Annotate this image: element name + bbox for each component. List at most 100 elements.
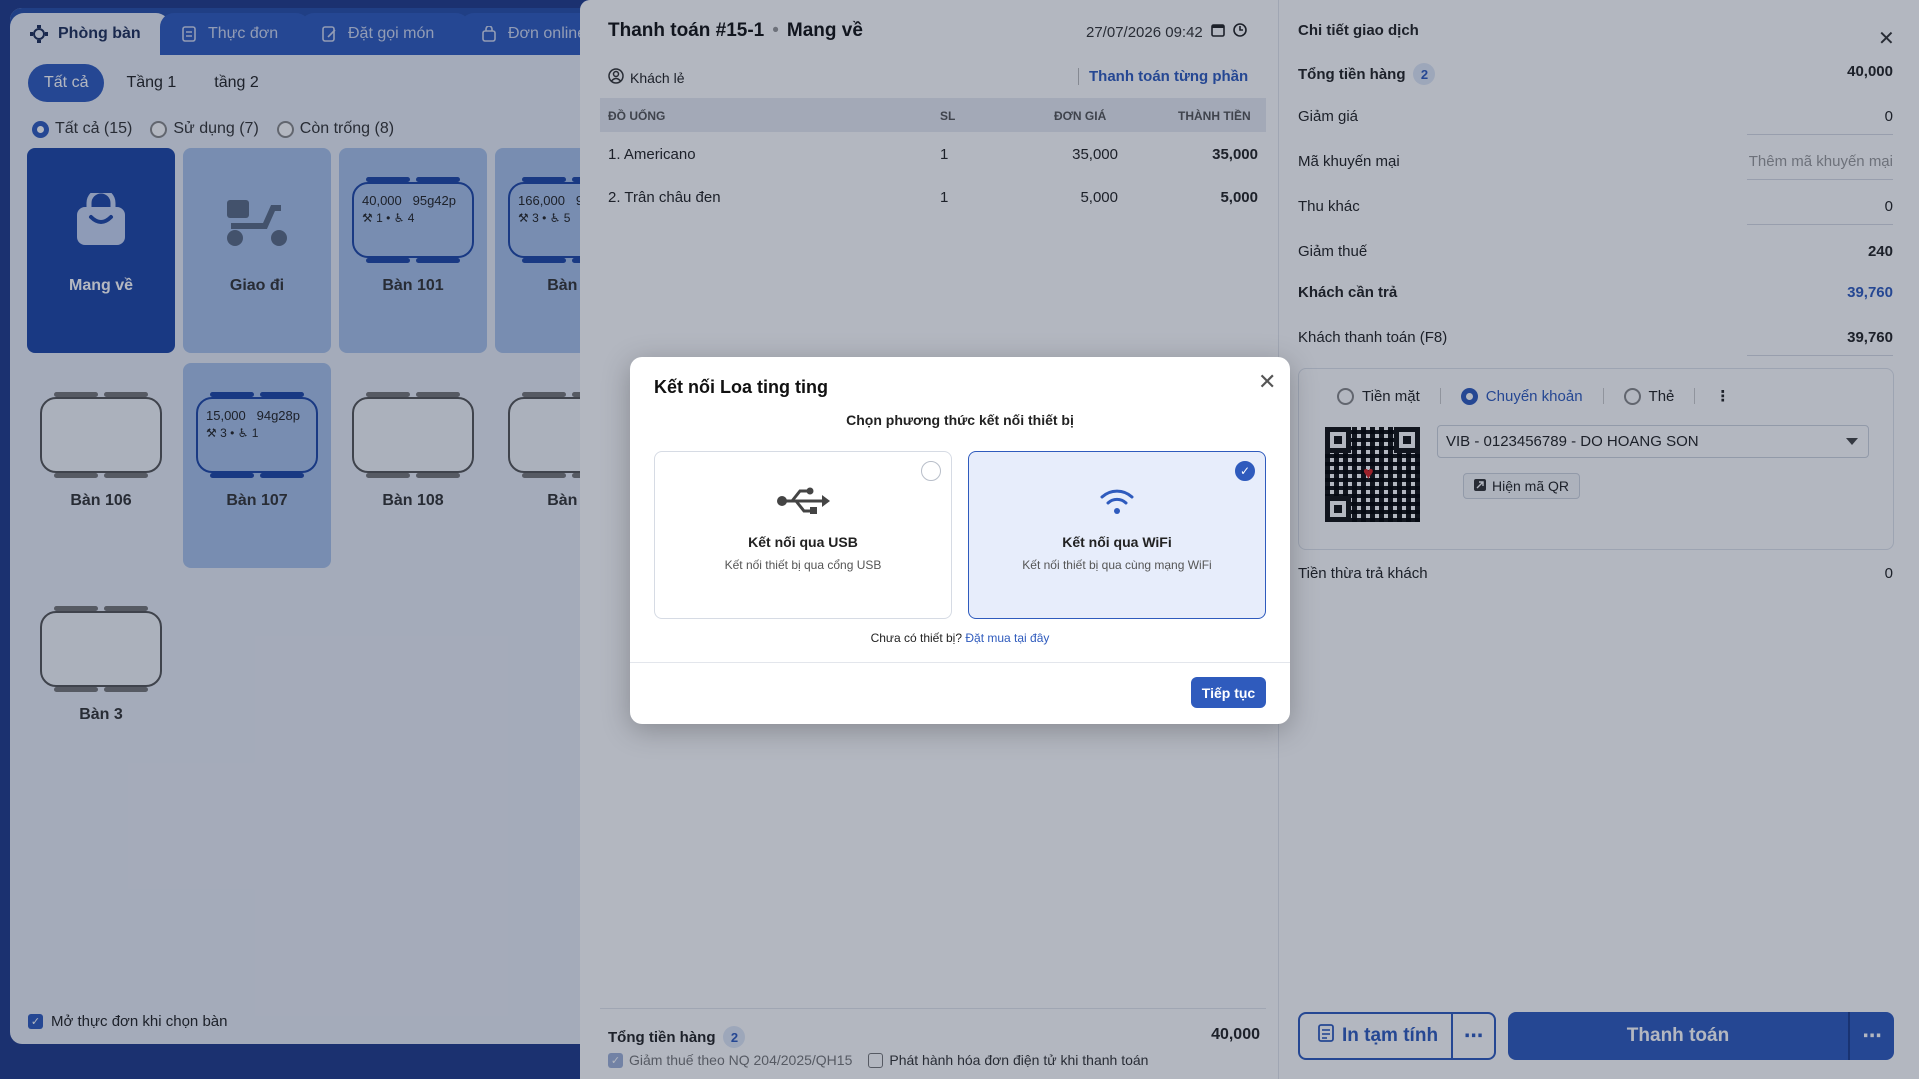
method-label: Chuyển khoản — [1485, 387, 1583, 405]
option-label: Phát hành hóa đơn điện tử khi thanh toán — [889, 1052, 1149, 1068]
show-qr-button[interactable]: Hiện mã QR — [1463, 473, 1581, 499]
detail-customer-paid[interactable]: Khách thanh toán (F8) 39,760 — [1298, 329, 1893, 356]
items-table-header: ĐỒ UỐNG SL ĐƠN GIÁ THÀNH TIỀN — [600, 98, 1266, 132]
close-icon[interactable]: ✕ — [1258, 371, 1276, 393]
discount-input[interactable]: 0 — [1885, 108, 1893, 125]
print-bill-label: In tạm tính — [1342, 1025, 1439, 1046]
option-usb[interactable]: Kết nối qua USB Kết nối thiết bị qua cổn… — [654, 451, 952, 619]
item-qty: 1 — [940, 189, 949, 206]
print-bill-group: In tạm tính ⋯ — [1298, 1012, 1496, 1060]
detail-promo[interactable]: Mã khuyến mại Thêm mã khuyến mại — [1298, 153, 1893, 180]
order-datetime[interactable]: 27/07/2026 09:42 — [1086, 23, 1247, 41]
more-icon[interactable]: ⋯ — [1850, 1025, 1894, 1048]
calendar-icon — [1210, 23, 1225, 41]
method-label: Thẻ — [1648, 387, 1675, 405]
option-title: Kết nối qua WiFi — [1062, 534, 1172, 550]
datetime-text: 27/07/2026 09:42 — [1086, 23, 1203, 41]
customer-selector[interactable]: Khách lẻ — [608, 68, 684, 87]
order-mode: Mang về — [786, 20, 863, 41]
checkbox-checked-icon: ✓ — [608, 1052, 623, 1068]
detail-label: Tiền thừa trả khách — [1298, 565, 1428, 582]
pay-group: Thanh toán ⋯ — [1508, 1012, 1894, 1060]
item-total: 35,000 — [1212, 146, 1258, 163]
detail-other-fee[interactable]: Thu khác 0 — [1298, 198, 1893, 225]
count-badge: 2 — [1413, 63, 1436, 85]
payment-method-tabs: Tiền mặt Chuyển khoản Thẻ ⋮ — [1317, 387, 1750, 405]
method-card[interactable]: Thẻ — [1604, 387, 1695, 405]
detail-label: Tổng tiền hàng — [1298, 65, 1406, 83]
detail-value: 39,760 — [1847, 284, 1893, 301]
option-wifi[interactable]: ✓ Kết nối qua WiFi Kết nối thiết bị qua … — [968, 451, 1266, 619]
option-desc: Kết nối thiết bị qua cùng mạng WiFi — [1022, 558, 1212, 572]
buy-device-link[interactable]: Đặt mua tại đây — [965, 631, 1049, 645]
item-qty: 1 — [940, 146, 949, 163]
item-name: 2. Trân châu đen — [608, 189, 721, 206]
item-count-badge: 2 — [723, 1026, 746, 1048]
close-icon[interactable]: ✕ — [1878, 26, 1895, 51]
order-number: Thanh toán #15-1 — [608, 20, 765, 41]
bank-account-select[interactable]: VIB - 0123456789 - DO HOANG SON — [1437, 425, 1869, 458]
bottom-actions: In tạm tính ⋯ Thanh toán ⋯ — [1298, 1012, 1894, 1062]
clock-icon — [1232, 23, 1247, 41]
option-label: Giảm thuế theo NQ 204/2025/QH15 — [629, 1052, 853, 1068]
e-invoice-toggle[interactable]: Phát hành hóa đơn điện tử khi thanh toán — [868, 1052, 1148, 1068]
item-name: 1. Americano — [608, 146, 696, 163]
col-total: THÀNH TIỀN — [1178, 109, 1251, 123]
bank-account-value: VIB - 0123456789 - DO HOANG SON — [1446, 433, 1699, 450]
print-bill-button[interactable]: In tạm tính — [1300, 1014, 1453, 1058]
pay-button[interactable]: Thanh toán — [1508, 1012, 1850, 1060]
total-label: Tổng tiền hàng — [608, 1028, 716, 1046]
dialog-title: Kết nối Loa ting ting — [654, 377, 828, 397]
detail-label: Giảm thuế — [1298, 243, 1368, 260]
method-cash[interactable]: Tiền mặt — [1317, 387, 1440, 405]
item-price: 35,000 — [1072, 146, 1118, 163]
other-fee-input[interactable]: 0 — [1885, 198, 1893, 215]
checkbox-icon — [868, 1052, 884, 1068]
item-price: 5,000 — [1080, 189, 1118, 206]
connect-speaker-dialog: Kết nối Loa ting ting ✕ Chọn phương thức… — [630, 357, 1290, 724]
method-transfer[interactable]: Chuyển khoản — [1441, 387, 1603, 405]
detail-discount[interactable]: Giảm giá 0 — [1298, 108, 1893, 135]
detail-value: 40,000 — [1847, 63, 1893, 80]
radio-icon — [1337, 387, 1354, 405]
detail-subtotal: Tổng tiền hàng 2 40,000 — [1298, 63, 1893, 87]
detail-value: 240 — [1867, 243, 1893, 260]
more-icon[interactable]: ⋯ — [1453, 1025, 1494, 1048]
continue-button[interactable]: Tiếp tục — [1191, 677, 1266, 708]
details-title: Chi tiết giao dịch — [1298, 22, 1419, 39]
document-icon — [1318, 1024, 1334, 1048]
dialog-divider — [630, 662, 1290, 663]
detail-label: Mã khuyến mại — [1298, 153, 1400, 170]
detail-label: Khách thanh toán (F8) — [1298, 329, 1448, 346]
order-title: Thanh toán #15-1 • Mang về — [608, 20, 863, 41]
detail-label: Thu khác — [1298, 198, 1360, 215]
expand-icon — [1474, 478, 1486, 494]
more-methods-icon[interactable]: ⋮ — [1695, 387, 1750, 405]
radio-icon — [921, 461, 941, 481]
no-device-text: Chưa có thiết bị? — [870, 631, 963, 645]
chevron-down-icon — [1846, 438, 1858, 445]
order-footer: Tổng tiền hàng 2 40,000 ✓ Giảm thuế theo … — [600, 1008, 1266, 1078]
qr-code-icon: ♥ — [1325, 427, 1420, 522]
option-desc: Kết nối thiết bị qua cổng USB — [724, 558, 882, 572]
col-name: ĐỒ UỐNG — [608, 109, 666, 123]
partial-payment-link[interactable]: Thanh toán từng phần — [1078, 68, 1248, 85]
customer-name: Khách lẻ — [630, 69, 685, 86]
order-options: ✓ Giảm thuế theo NQ 204/2025/QH15 Phát hà… — [608, 1052, 1148, 1068]
radio-icon — [1460, 387, 1478, 405]
no-device-note: Chưa có thiết bị? Đặt mua tại đây — [630, 631, 1290, 645]
detail-label: Khách cần trả — [1298, 284, 1398, 301]
paid-input[interactable]: 39,760 — [1847, 329, 1893, 346]
detail-change: Tiền thừa trả khách 0 — [1298, 565, 1893, 589]
wifi-icon — [969, 486, 1265, 516]
detail-label: Giảm giá — [1298, 108, 1359, 125]
user-icon — [608, 68, 624, 87]
usb-icon — [655, 486, 951, 516]
show-qr-label: Hiện mã QR — [1492, 478, 1570, 494]
detail-amount-due: Khách cần trả 39,760 — [1298, 284, 1893, 308]
detail-value: 0 — [1884, 565, 1893, 582]
payment-method-box: Tiền mặt Chuyển khoản Thẻ ⋮ ♥ VIB - 0123… — [1298, 368, 1894, 550]
tax-reduction-toggle[interactable]: ✓ Giảm thuế theo NQ 204/2025/QH15 — [608, 1052, 852, 1068]
heart-icon: ♥ — [1363, 463, 1374, 483]
promo-input[interactable]: Thêm mã khuyến mại — [1749, 153, 1893, 170]
